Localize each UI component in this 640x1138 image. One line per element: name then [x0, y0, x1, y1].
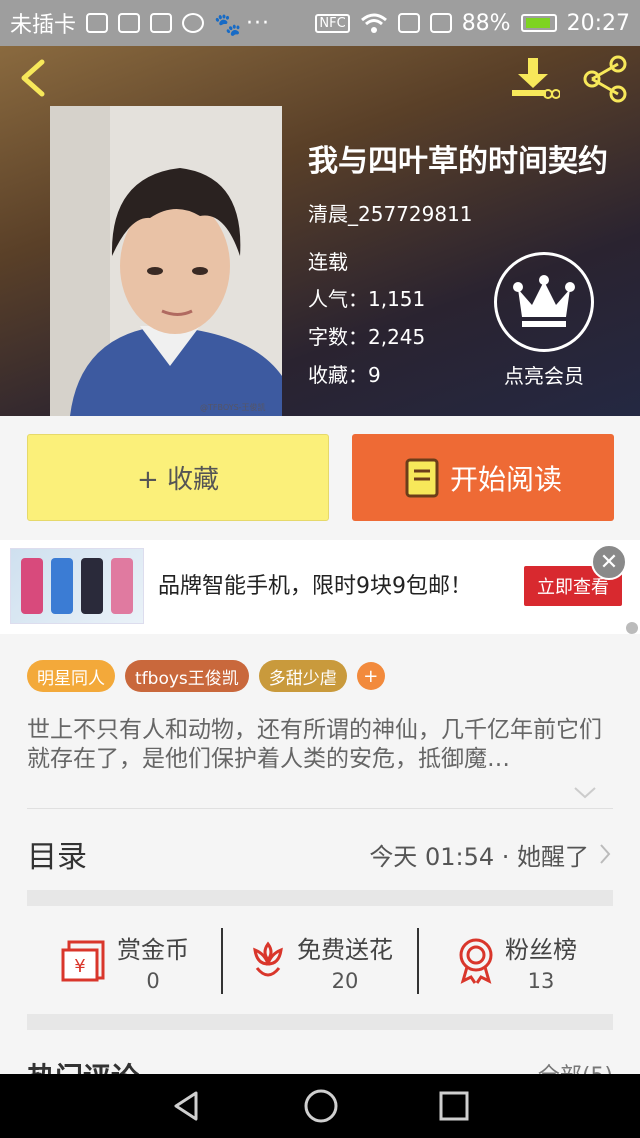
divider [27, 808, 613, 809]
vip-label: 点亮会员 [504, 364, 584, 388]
medal-icon [459, 938, 493, 984]
chevron-right-icon [600, 844, 611, 864]
nav-home-icon[interactable] [303, 1088, 339, 1124]
book-cover[interactable]: @TFBOYS-王俊凯 [50, 106, 282, 416]
stat-value: 9 [368, 363, 381, 387]
section-separator [27, 890, 613, 906]
tag-item[interactable]: 多甜少虐 [258, 660, 347, 692]
cover-portrait-image: @TFBOYS-王俊凯 [50, 106, 282, 416]
nav-recents-icon[interactable] [438, 1090, 470, 1122]
back-arrow-icon[interactable] [16, 58, 52, 98]
book-title: 我与四叶草的时间契约 [308, 144, 608, 179]
phone-image [111, 558, 133, 614]
coin-envelope-icon: ¥ [61, 940, 105, 982]
nfc-icon: NFC [315, 13, 350, 33]
add-tag-button[interactable]: + [356, 662, 385, 690]
book-icon [405, 458, 439, 497]
nav-back-icon[interactable] [170, 1089, 204, 1123]
stat-value: 2,245 [368, 325, 426, 349]
sim1-icon [397, 13, 420, 33]
latest-chapter: 今天 01:54 · 她醒了 [369, 842, 589, 871]
fan-value: 13 [527, 968, 555, 993]
collect-button[interactable]: + 收藏 [27, 434, 329, 521]
more-notifications-icon: ··· [246, 10, 270, 36]
start-reading-label: 开始阅读 [449, 462, 562, 496]
carrier-text: 未插卡 [10, 13, 77, 38]
ad-text: 品牌智能手机，限时9块9包邮！ [158, 574, 472, 599]
tag-list: 明星同人 tfboys王俊凯 多甜少虐 + [27, 660, 385, 692]
flower-label: 免费送花 [297, 935, 393, 964]
ad-image [10, 548, 144, 624]
support-row: ¥ 赏金币 0 免费送花 20 粉丝榜 13 [27, 924, 613, 998]
clock: 20:27 [566, 10, 630, 36]
tag-item[interactable]: 明星同人 [27, 660, 115, 692]
action-buttons: + 收藏 开始阅读 [0, 416, 640, 540]
ad-banner[interactable]: 品牌智能手机，限时9块9包邮！ 立即查看 ✕ [0, 540, 640, 634]
stat-label: 人气： [308, 287, 368, 311]
weibo-alt-icon [118, 13, 141, 33]
fan-label: 粉丝榜 [505, 935, 577, 964]
reward-value: 0 [146, 968, 160, 993]
vip-button[interactable]: 点亮会员 [492, 252, 596, 394]
expand-chevron-icon[interactable] [572, 784, 598, 802]
stat-favorites: 收藏：9 [308, 359, 381, 388]
phone-image [21, 558, 43, 614]
app-icon [182, 13, 205, 33]
stat-popularity: 人气：1,151 [308, 283, 425, 312]
system-nav-bar [0, 1074, 640, 1138]
status-bar: 未插卡 🐾 ··· NFC 88% 20:27 [0, 0, 640, 46]
start-reading-button[interactable]: 开始阅读 [352, 434, 614, 521]
send-flower-button[interactable]: 免费送花 20 [223, 924, 417, 998]
share-icon[interactable] [580, 54, 632, 104]
sim2-icon [429, 13, 452, 33]
stat-word-count: 字数：2,245 [308, 321, 425, 350]
reward-label: 赏金币 [117, 935, 189, 964]
gallery-icon [150, 13, 173, 33]
tag-item[interactable]: tfboys王俊凯 [125, 660, 249, 692]
phone-image [51, 558, 73, 614]
phone-image [81, 558, 103, 614]
paw-icon: 🐾 [214, 13, 242, 38]
fan-ranking-button[interactable]: 粉丝榜 13 [419, 924, 613, 998]
flower-icon [253, 941, 283, 977]
crown-icon [494, 252, 594, 352]
table-of-contents-row[interactable]: 目录 今天 01:54 · 她醒了 [27, 826, 613, 882]
battery-percent: 88% [461, 10, 511, 36]
ad-info-icon [626, 622, 638, 634]
weibo-icon [86, 13, 109, 33]
battery-icon [520, 14, 557, 32]
cover-caption: @TFBOYS-王俊凯 [200, 402, 266, 412]
svg-text:¥: ¥ [74, 956, 85, 977]
flower-value: 20 [331, 968, 359, 993]
download-icon[interactable] [508, 56, 560, 102]
section-separator [27, 1014, 613, 1030]
stat-label: 字数： [308, 325, 368, 349]
ad-close-icon[interactable]: ✕ [591, 544, 627, 580]
book-intro[interactable]: 世上不只有人和动物，还有所谓的神仙，几千亿年前它们就存在了，是他们保护着人类的安… [27, 716, 617, 774]
stat-label: 收藏： [308, 363, 368, 387]
author-name[interactable]: 清晨_257729811 [308, 198, 473, 227]
wifi-icon [360, 13, 387, 33]
toc-title: 目录 [27, 840, 87, 875]
reward-coins-button[interactable]: ¥ 赏金币 0 [27, 924, 221, 998]
book-header: @TFBOYS-王俊凯 我与四叶草的时间契约 清晨_257729811 连载 人… [0, 46, 640, 416]
stat-value: 1,151 [368, 287, 426, 311]
serial-status: 连载 [308, 250, 348, 274]
